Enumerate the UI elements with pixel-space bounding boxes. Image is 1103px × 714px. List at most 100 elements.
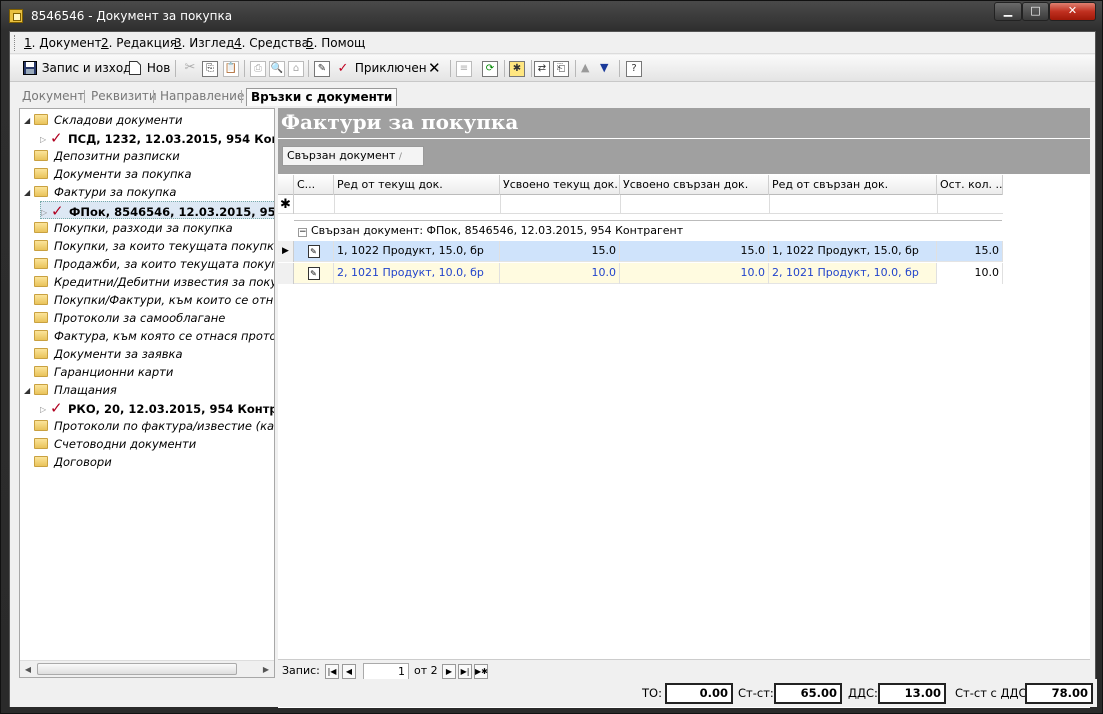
- new-button[interactable]: Нов: [127, 59, 170, 78]
- tree-item-label: Документи за заявка: [54, 347, 183, 361]
- tree-folder-item[interactable]: Депозитни разписки: [24, 147, 180, 165]
- folder-icon: [34, 276, 48, 287]
- tree-folder-item[interactable]: ◢ Фактури за покупка: [24, 183, 176, 201]
- record-navigator: Запис: |◀ ◀ 1 от 2 ▶ ▶| ▶✱: [278, 659, 1090, 681]
- tree-folder-item[interactable]: Покупки, за които текущата покупк: [24, 237, 274, 255]
- table-row[interactable]: ▶ ✎ 1, 1022 Продукт, 15.0, бр 15.0 15.0 …: [278, 241, 1003, 262]
- record-number-input[interactable]: 1: [363, 663, 409, 680]
- menu-tools[interactable]: 4. Средства: [234, 36, 309, 50]
- help-icon[interactable]: ?: [626, 61, 642, 77]
- tree-folder-item[interactable]: Покупки, разходи за покупка: [24, 219, 233, 237]
- attach-icon[interactable]: ⌂: [288, 61, 304, 77]
- tree-folder-item[interactable]: Продажби, за които текущата покуп: [24, 255, 274, 273]
- tree-folder-item[interactable]: Покупки/Фактури, към които се отн: [24, 291, 273, 309]
- cell-used-current: 15.0: [500, 241, 620, 262]
- tree-document-item[interactable]: ▷ ✓ ФПок, 8546546, 12.03.2015, 954 К: [40, 201, 274, 220]
- tree-folder-item[interactable]: Договори: [24, 453, 112, 471]
- collapse-arrow-icon[interactable]: ◢: [24, 184, 34, 202]
- menu-bar: 1. Документ 2. Редакция 3. Изглед 4. Сре…: [10, 32, 1095, 54]
- menu-document[interactable]: 1. Документ: [24, 36, 102, 50]
- tree-folder-item[interactable]: Счетоводни документи: [24, 435, 196, 453]
- tree-folder-item[interactable]: Протоколи по фактура/известие (ка: [24, 417, 274, 435]
- star-icon[interactable]: ✱: [509, 61, 525, 77]
- tree-folder-item[interactable]: Кредитни/Дебитни известия за поку: [24, 273, 274, 291]
- collapse-icon[interactable]: −: [298, 228, 307, 237]
- tab-document[interactable]: Документ: [22, 88, 84, 106]
- header-used-current[interactable]: Усвоено текущ док.: [500, 175, 620, 195]
- maximize-button[interactable]: □: [1022, 2, 1049, 21]
- tree-folder-item[interactable]: ◢ Плащания: [24, 381, 117, 399]
- collapse-arrow-icon[interactable]: ◢: [24, 382, 34, 400]
- tree-folder-item[interactable]: Протоколи за самооблагане: [24, 309, 225, 327]
- group-row[interactable]: − Свързан документ: ФПок, 8546546, 12.03.…: [294, 221, 1003, 240]
- save-exit-button[interactable]: Запис и изход: [22, 59, 131, 78]
- print-icon[interactable]: ⎙: [250, 61, 266, 77]
- row-doc-icon: ✎: [294, 241, 334, 262]
- scroll-thumb[interactable]: [37, 663, 237, 675]
- edit-document-icon[interactable]: ✎: [314, 61, 330, 77]
- grid-header: С... Ред от текущ док. Усвоено текущ док…: [278, 175, 1003, 195]
- tree-folder-item[interactable]: Гаранционни карти: [24, 363, 173, 381]
- finished-button[interactable]: ✓ Приключен: [335, 59, 427, 78]
- header-linked-line[interactable]: Ред от свързан док.: [769, 175, 937, 195]
- menu-help[interactable]: 5. Помощ: [306, 36, 365, 50]
- header-used-linked[interactable]: Усвоено свързан док.: [620, 175, 769, 195]
- print-preview-icon[interactable]: 🔍: [269, 61, 285, 77]
- tab-document-links[interactable]: Връзки с документи: [246, 88, 398, 106]
- tree-document-item[interactable]: ▷✓РКО, 20, 12.03.2015, 954 Контраге: [40, 399, 274, 417]
- close-button[interactable]: ✕: [1049, 2, 1096, 21]
- title-bar[interactable]: 8546546 - Документ за покупка ▁ □ ✕: [1, 1, 1102, 31]
- header-current-line[interactable]: Ред от текущ док.: [334, 175, 500, 195]
- tab-bar: Документ Реквизити Направление Връзки с …: [10, 86, 1095, 106]
- folder-icon: [34, 258, 48, 269]
- folder-icon: [34, 150, 48, 161]
- cell-remaining: 15.0: [937, 241, 1003, 262]
- folder-icon: [34, 438, 48, 449]
- refresh-icon[interactable]: ⟳: [482, 61, 498, 77]
- menu-view[interactable]: 3. Изглед: [174, 36, 234, 50]
- cell-used-linked: 15.0: [620, 241, 769, 262]
- table-row[interactable]: ✎ 2, 1021 Продукт, 10.0, бр 10.0 10.0 2,…: [278, 263, 1003, 284]
- tree-item-label: Гаранционни карти: [54, 365, 174, 379]
- next-record-icon[interactable]: ▶: [442, 664, 456, 679]
- collapse-arrow-icon[interactable]: ◢: [24, 112, 34, 130]
- last-record-icon[interactable]: ▶|: [458, 664, 472, 679]
- row-doc-icon: ✎: [294, 263, 334, 284]
- tree-folder-item[interactable]: Фактура, към която се отнася прото: [24, 327, 275, 345]
- new-row[interactable]: ✱: [278, 195, 1003, 214]
- first-record-icon[interactable]: |◀: [325, 664, 339, 679]
- open-linked-icon[interactable]: ⎗: [553, 61, 569, 77]
- tree-folder-item[interactable]: Документи за покупка: [24, 165, 192, 183]
- delete-icon[interactable]: ✕: [428, 59, 441, 78]
- tree-item-label: Документи за покупка: [54, 167, 192, 181]
- new-record-icon[interactable]: ▶✱: [474, 664, 488, 679]
- tree-document-item[interactable]: ▷ ✓ ПСД, 1232, 12.03.2015, 954 Контр: [40, 129, 274, 147]
- tree-item-label: Покупки, за които текущата покупк: [54, 239, 274, 253]
- list-icon[interactable]: ≡: [456, 61, 472, 77]
- toolbar-separator: [619, 60, 620, 77]
- tree-folder-item[interactable]: ◢ Складови документи: [24, 111, 182, 129]
- tree-folder-item[interactable]: Документи за заявка: [24, 345, 183, 363]
- paste-icon[interactable]: 📋: [223, 61, 239, 77]
- cell-linked-line: 1, 1022 Продукт, 15.0, бр: [769, 241, 937, 262]
- tree-horizontal-scrollbar[interactable]: ◀ ▶: [20, 660, 274, 677]
- current-row-icon: ▶: [278, 241, 294, 262]
- copy-icon[interactable]: ⎘: [202, 61, 218, 77]
- prev-record-icon[interactable]: ◀: [342, 664, 356, 679]
- minimize-button[interactable]: ▁: [994, 2, 1022, 21]
- move-up-icon[interactable]: ▲: [581, 59, 589, 78]
- menu-edit[interactable]: 2. Редакция: [101, 36, 177, 50]
- header-remaining[interactable]: Ост. кол. ...: [937, 175, 1003, 195]
- header-status[interactable]: С...: [294, 175, 334, 195]
- scroll-right-icon[interactable]: ▶: [259, 663, 273, 676]
- cell-current-line: 2, 1021 Продукт, 10.0, бр: [334, 263, 500, 284]
- cut-icon[interactable]: ✂: [182, 61, 198, 77]
- tab-direction[interactable]: Направление: [160, 88, 244, 106]
- tree-item-label: Фактура, към която се отнася прото: [54, 329, 275, 343]
- tab-requisites[interactable]: Реквизити: [91, 88, 157, 106]
- record-count: от 2: [414, 664, 438, 677]
- move-down-icon[interactable]: ▼: [600, 59, 608, 78]
- group-chip[interactable]: Свързан документ /: [282, 146, 424, 166]
- link-doc-icon[interactable]: ⇄: [534, 61, 550, 77]
- scroll-left-icon[interactable]: ◀: [21, 663, 35, 676]
